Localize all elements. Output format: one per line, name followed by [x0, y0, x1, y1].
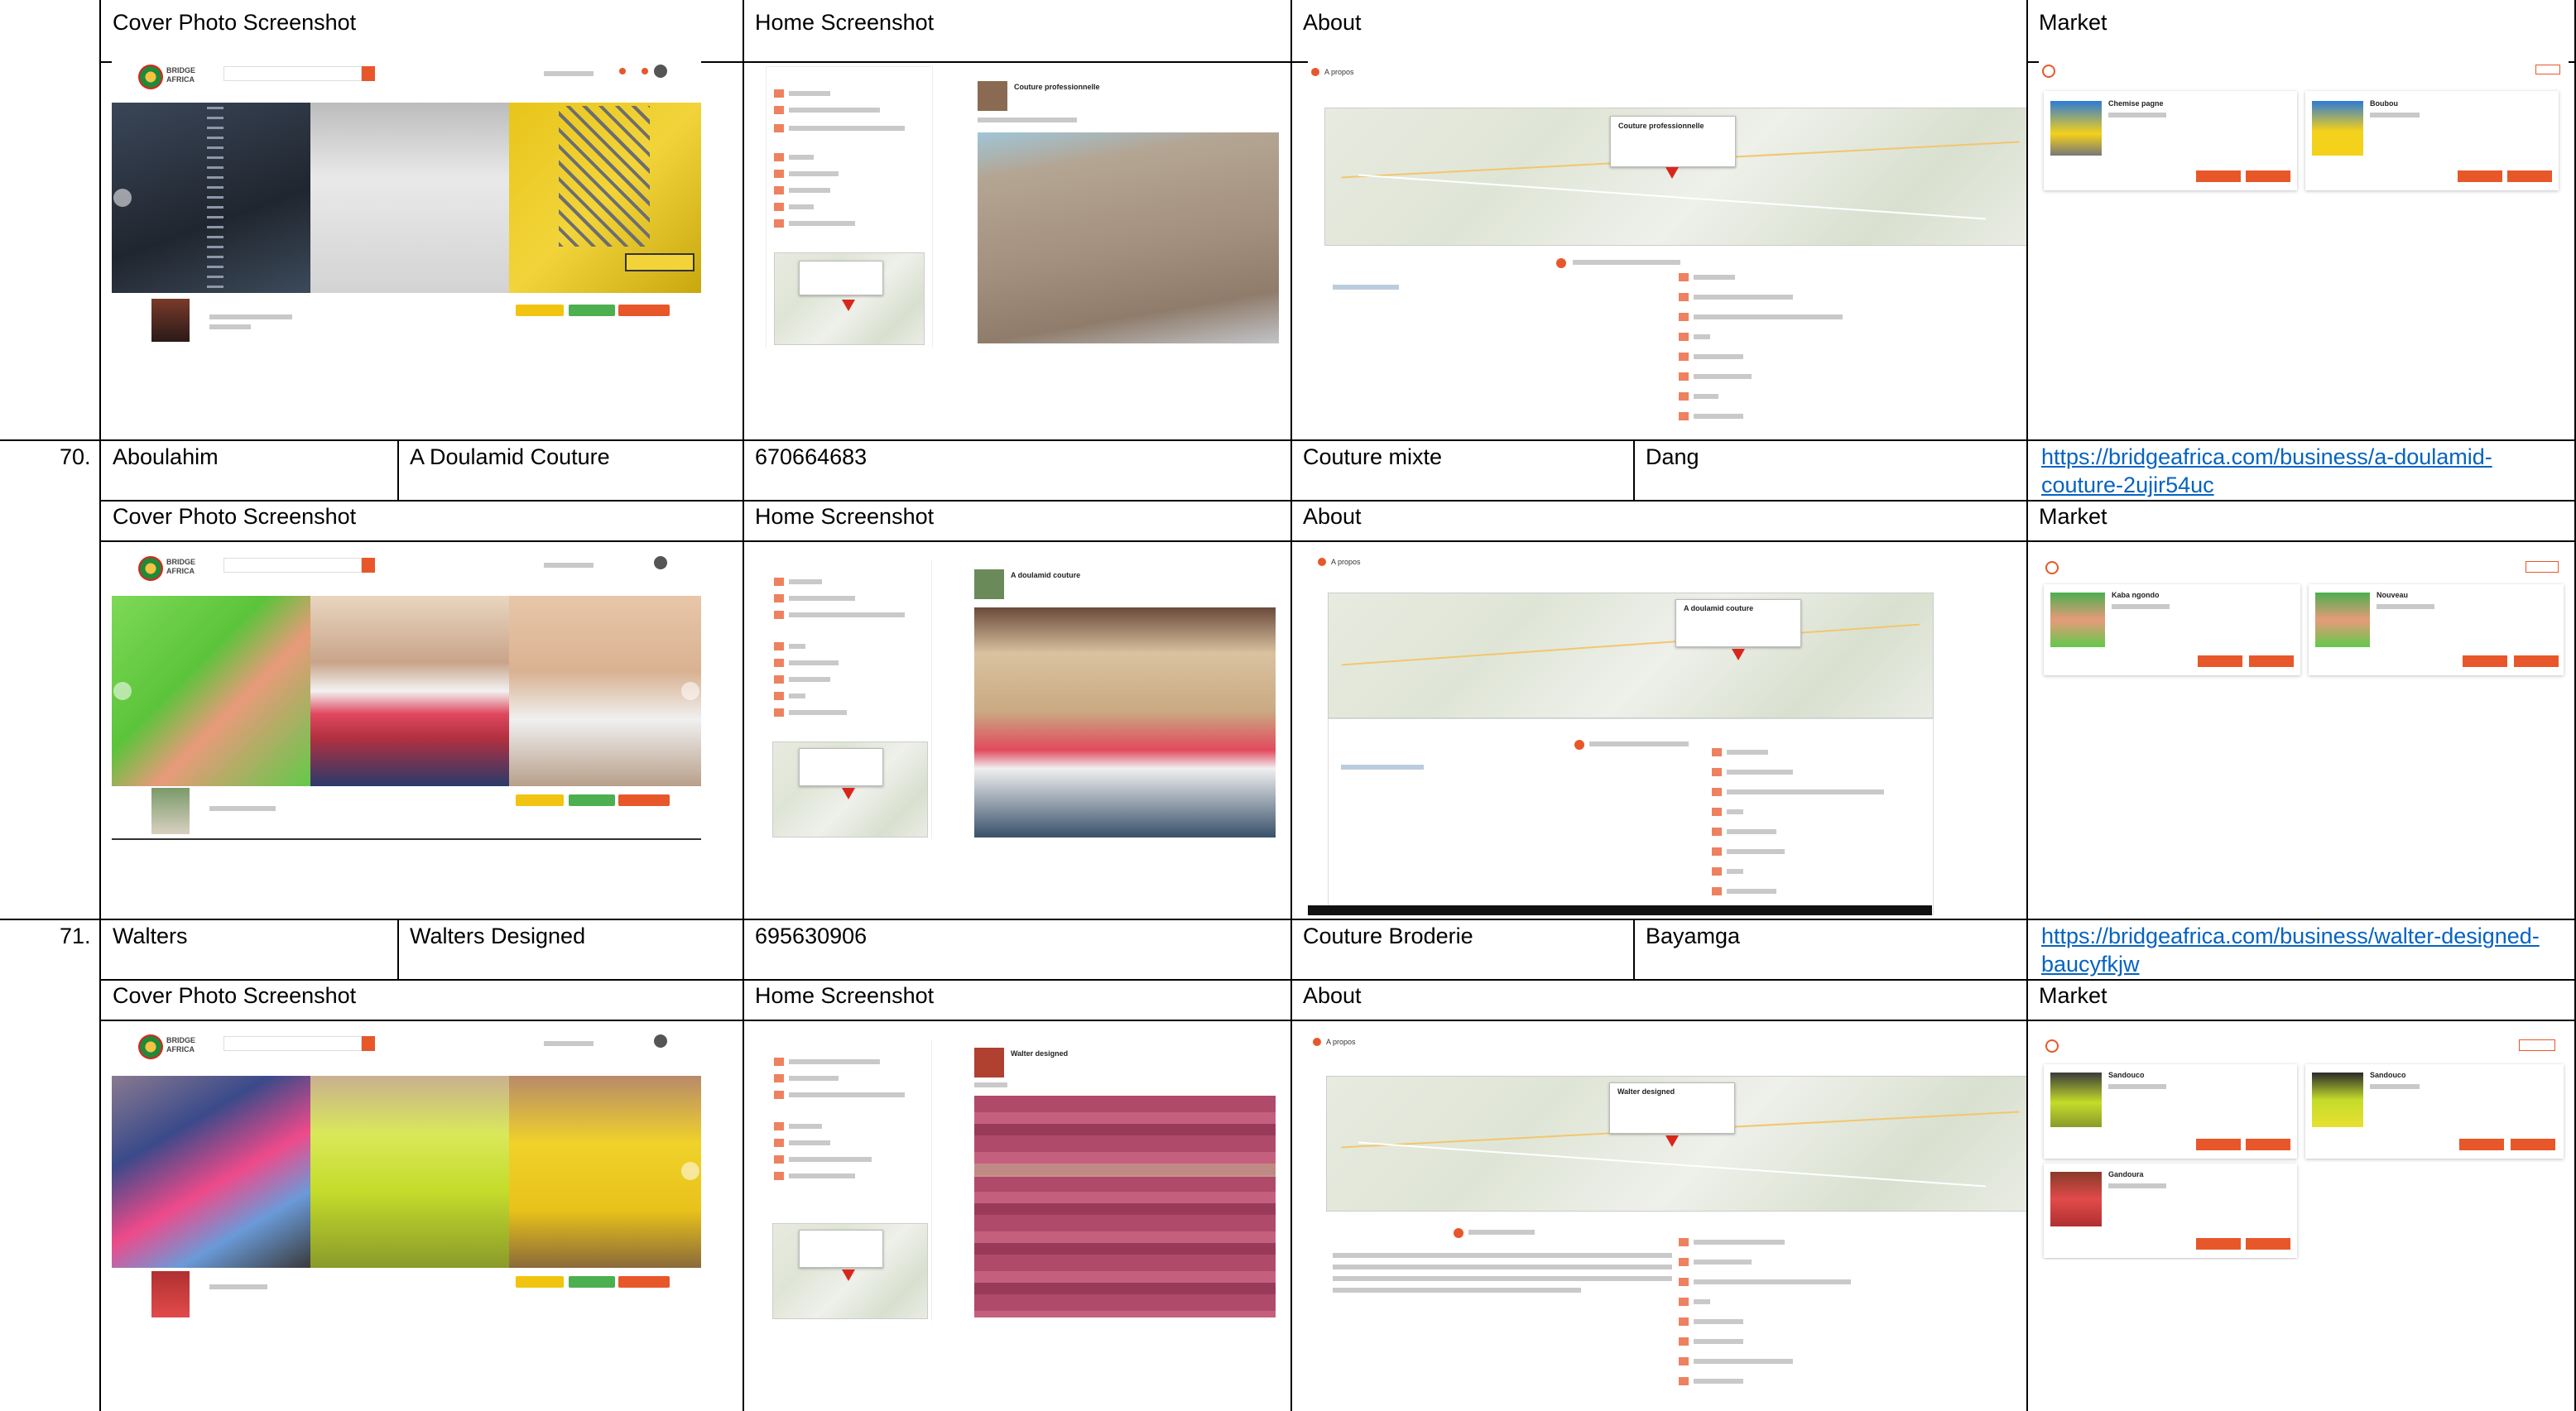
business-link[interactable]: https://bridgeafrica.com/business/a-doul…	[2041, 443, 2563, 499]
market-label: Market	[2039, 10, 2107, 35]
avatar	[654, 65, 667, 78]
about-screenshot: A propos Couture professionnelle	[1308, 60, 2026, 439]
business-location: Dang	[1646, 444, 1699, 469]
cover-screenshot: BRIDGE AFRICA	[112, 1031, 701, 1319]
cover-photo-2	[310, 103, 509, 293]
home-business-title: Couture professionnelle	[1014, 83, 1100, 91]
about-screenshot: A propos Walter designed	[1308, 1031, 2026, 1410]
home-screenshot-label: Home Screenshot	[755, 983, 935, 1008]
market-screenshot: Sandouco Sandouco Gandoura	[2039, 1034, 2569, 1260]
business-name: Walters Designed	[410, 924, 586, 948]
phone-number: 695630906	[755, 924, 867, 948]
owner-name: Walters	[113, 924, 188, 948]
row-number: 71.	[60, 924, 91, 948]
search-bar	[223, 66, 362, 81]
business-location: Bayamga	[1646, 924, 1741, 948]
about-label: About	[1303, 10, 1362, 35]
home-post-photo	[978, 132, 1279, 343]
row-number: 70.	[60, 444, 91, 469]
about-label: About	[1303, 983, 1362, 1008]
cover-screenshot: BRIDGE AFRICA	[112, 56, 701, 346]
search-icon	[362, 66, 375, 81]
business-name: A Doulamid Couture	[410, 444, 610, 469]
profile-photo	[151, 299, 190, 342]
about-screenshot: A propos A doulamid couture	[1308, 553, 2026, 915]
business-category: Couture mixte	[1303, 444, 1443, 469]
market-screenshot: Kaba ngondo Nouveau	[2039, 556, 2569, 689]
home-screenshot: Walter designed	[766, 1039, 1279, 1321]
about-header: A propos	[1324, 68, 1354, 76]
about-label: About	[1303, 504, 1362, 529]
carousel-prev-icon	[113, 189, 132, 207]
owner-name: Aboulahim	[113, 444, 219, 469]
market-item-card: Boubou	[2305, 91, 2559, 190]
cover-photo-label: Cover Photo Screenshot	[113, 10, 357, 35]
home-screenshot-label: Home Screenshot	[755, 10, 935, 35]
market-screenshot: Chemise pagne Boubou	[2039, 60, 2569, 209]
bridge-africa-logo	[138, 65, 163, 89]
home-screenshot-label: Home Screenshot	[755, 504, 935, 529]
business-category: Couture Broderie	[1303, 924, 1473, 948]
cover-photo-label: Cover Photo Screenshot	[113, 504, 357, 529]
home-screenshot: Couture professionnelle	[766, 66, 1279, 348]
market-label: Market	[2039, 983, 2107, 1008]
phone-number: 670664683	[755, 444, 867, 469]
home-screenshot: A doulamid couture	[766, 559, 1279, 839]
business-link[interactable]: https://bridgeafrica.com/business/walter…	[2041, 922, 2563, 978]
about-map-title: Couture professionnelle	[1618, 122, 1704, 130]
market-label: Market	[2039, 504, 2107, 529]
logo-text: BRIDGE AFRICA	[166, 66, 196, 84]
cover-photo-label: Cover Photo Screenshot	[113, 983, 357, 1008]
cover-screenshot: BRIDGE AFRICA	[112, 553, 701, 840]
market-item-card: Chemise pagne	[2044, 91, 2297, 190]
